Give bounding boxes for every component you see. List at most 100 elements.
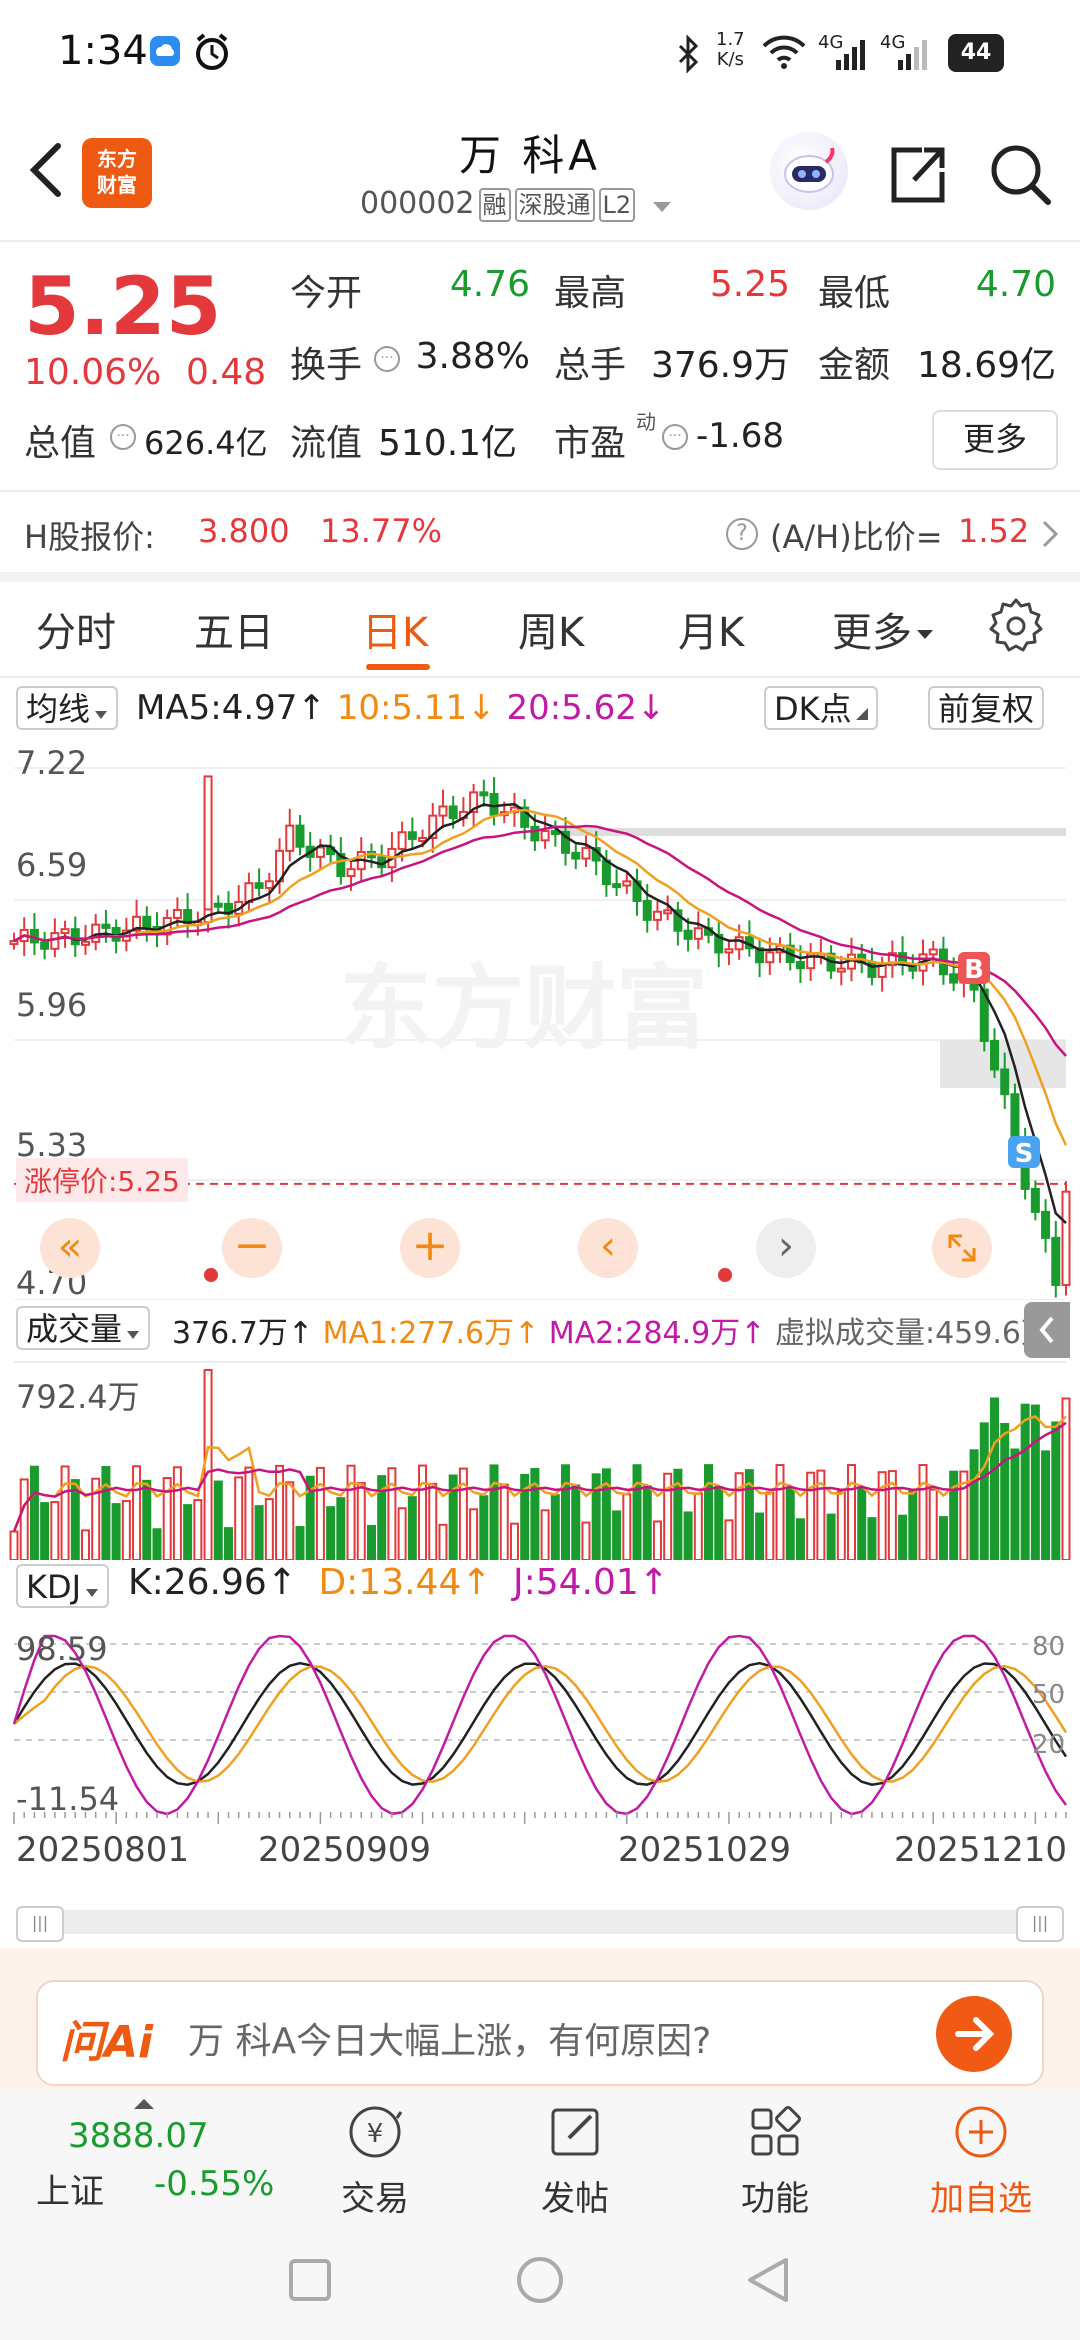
share-icon[interactable] [884, 142, 950, 208]
index-pct: -0.55% [154, 2164, 275, 2204]
candle-body [550, 830, 560, 836]
back-arrow-icon[interactable] [24, 140, 72, 200]
assistant-robot-icon[interactable] [770, 132, 848, 210]
fullscreen-icon[interactable] [932, 1218, 992, 1278]
range-handle-right[interactable]: ||| [1016, 1906, 1064, 1942]
volume-bar [714, 1486, 724, 1560]
stock-code: 000002 [360, 186, 475, 221]
vol-ma1-line [12, 1414, 1067, 1532]
low-value: 4.70 [975, 264, 1056, 305]
volume-bar [1030, 1404, 1040, 1560]
date-label-3: 20251029 [618, 1830, 792, 1870]
limit-up-label: 涨停价:5.25 [16, 1158, 188, 1202]
scroll-right-button[interactable]: › [756, 1218, 816, 1278]
volume-bar [938, 1516, 948, 1560]
volume-bar [785, 1486, 795, 1560]
candle-body [172, 909, 182, 919]
zoom-in-button[interactable]: + [400, 1218, 460, 1278]
range-slider-track[interactable] [16, 1910, 1064, 1934]
index-ticker[interactable]: 3888.07 上证 -0.55% [24, 2090, 294, 2218]
high-label: 最高 [554, 273, 627, 314]
h-share-row[interactable]: H股报价: 3.800 13.77% ? (A/H)比价= 1.52 [0, 492, 1080, 572]
current-price: 5.25 [24, 260, 222, 353]
nav-trade[interactable]: ¥ 交易 [300, 2102, 450, 2220]
bluetooth-icon [676, 34, 702, 78]
zoom-out-button[interactable]: − [222, 1218, 282, 1278]
bottom-nav: 3888.07 上证 -0.55% ¥ 交易 发帖 功能 加自选 [0, 2090, 1080, 2220]
volume-bar [571, 1484, 581, 1560]
tab-more[interactable]: 更多 [832, 600, 934, 658]
more-button[interactable]: 更多 [932, 410, 1058, 470]
add-circle-icon [955, 2106, 1007, 2158]
chevron-down-icon[interactable] [651, 187, 673, 222]
collapse-panel-button[interactable] [1024, 1302, 1070, 1358]
scroll-left-button[interactable]: ‹ [578, 1218, 638, 1278]
help-icon[interactable]: ? [726, 518, 758, 550]
volume-bar [622, 1493, 632, 1560]
candle-body [540, 830, 550, 842]
volume-bar [1051, 1421, 1061, 1560]
recents-icon[interactable] [288, 2258, 332, 2306]
volume-bar [223, 1527, 233, 1560]
volume-bar [356, 1482, 366, 1560]
candle-body [285, 824, 295, 852]
candle-body [652, 910, 662, 921]
kdj-chart[interactable] [0, 1616, 1080, 1816]
battery-icon: 44 [948, 34, 1004, 72]
nav-add-watchlist[interactable]: 加自选 [906, 2102, 1056, 2220]
volume-bar [142, 1479, 152, 1560]
tab-weekly-k[interactable]: 周K [518, 600, 584, 658]
candle-body [418, 836, 428, 842]
volume-bar [285, 1481, 295, 1560]
volume-bar [172, 1466, 182, 1560]
volume-bar [969, 1449, 979, 1560]
volume-max-label: 792.4万 [16, 1378, 140, 1416]
search-icon[interactable] [988, 142, 1054, 208]
volume-bar [336, 1497, 346, 1560]
arrow-right-icon[interactable] [936, 1996, 1012, 2072]
candle-body [642, 899, 652, 921]
range-handle-left[interactable]: ||| [16, 1906, 64, 1942]
info-dots-icon[interactable]: ··· [662, 424, 688, 450]
nav-post[interactable]: 发帖 [500, 2102, 650, 2220]
volume-chart[interactable] [0, 1360, 1080, 1560]
info-dots-icon[interactable]: ··· [374, 346, 400, 372]
home-icon[interactable] [516, 2256, 564, 2308]
tag-level2: L2 [598, 187, 636, 222]
dk-point-toggle[interactable]: DK点 [764, 686, 878, 730]
candle-body [622, 880, 632, 887]
candle-body [264, 880, 274, 889]
adjust-toggle[interactable]: 前复权 [928, 686, 1045, 730]
settings-gear-icon[interactable] [988, 596, 1044, 656]
scroll-left-fast-button[interactable]: « [40, 1218, 100, 1278]
tab-daily-k[interactable]: 日K [362, 600, 428, 658]
info-dots-icon[interactable]: ··· [110, 424, 136, 450]
amount-label: 金额 [818, 345, 891, 386]
volume-bar [60, 1465, 70, 1560]
change-percent: 10.06% [24, 352, 162, 393]
kdj-d-line [13, 1664, 1068, 1784]
kdj-selector[interactable]: KDJ [16, 1564, 110, 1608]
ma-selector[interactable]: 均线 [16, 686, 119, 730]
tab-five-day[interactable]: 五日 [194, 600, 274, 658]
volume-selector[interactable]: 成交量 [16, 1306, 151, 1350]
volume-bar [418, 1464, 428, 1560]
index-name: 上证 [36, 2172, 104, 2212]
nav-functions[interactable]: 功能 [700, 2102, 850, 2220]
kline-chart[interactable]: 东方财富 B S [0, 740, 1080, 1300]
nav-trade-label: 交易 [341, 2179, 409, 2219]
stock-name: 万 科A [458, 131, 602, 180]
volume-bar [264, 1498, 274, 1560]
volume-bar [918, 1464, 928, 1560]
date-label-2: 20250909 [258, 1830, 432, 1870]
status-time: 1:34 [58, 28, 148, 74]
period-tabs: 分时 五日 日K 周K 月K 更多 [0, 574, 1080, 674]
ai-question-bar[interactable]: 问Ai 万 科A今日大幅上涨，有何原因? [36, 1980, 1044, 2086]
back-triangle-icon[interactable] [746, 2256, 790, 2308]
signal-icon-2 [898, 38, 928, 74]
volume-bar [724, 1519, 734, 1560]
tab-intraday[interactable]: 分时 [36, 600, 116, 658]
date-ticks [13, 1812, 1067, 1824]
volume-bar [775, 1464, 785, 1560]
tab-monthly-k[interactable]: 月K [678, 600, 744, 658]
